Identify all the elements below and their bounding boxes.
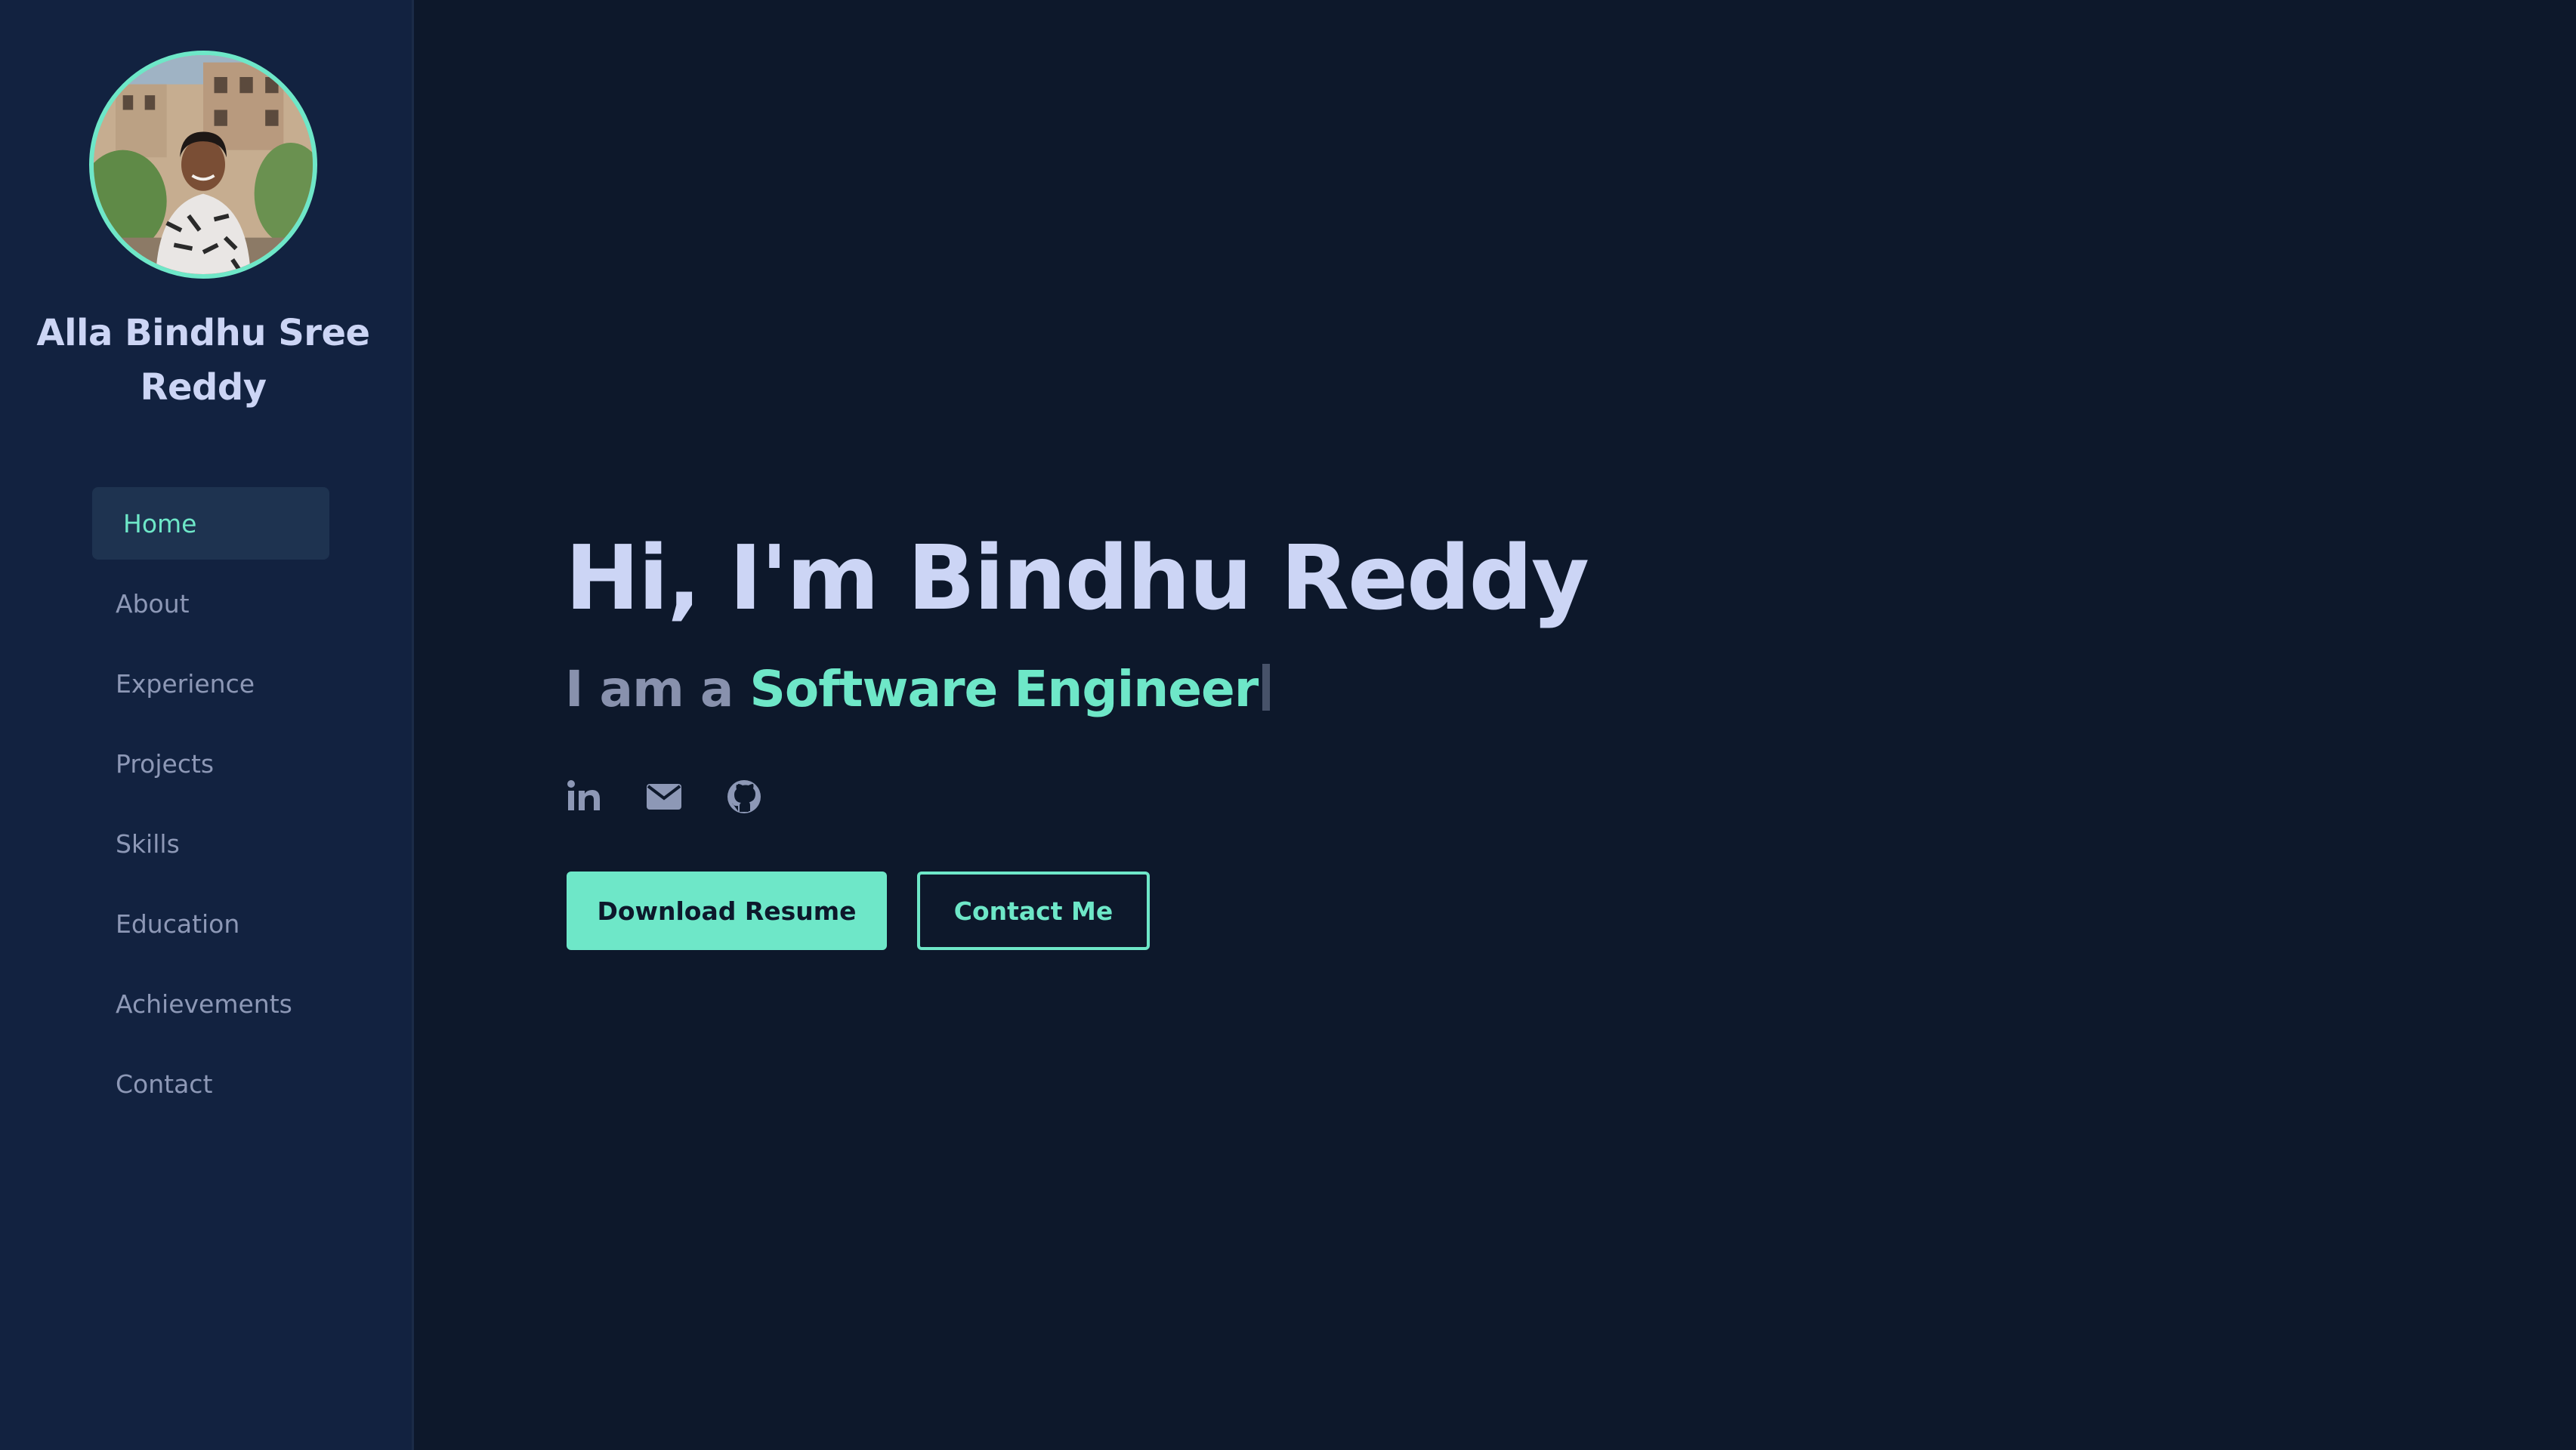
- email-icon[interactable]: [645, 778, 683, 816]
- profile-photo: [94, 55, 313, 274]
- hero-title: Hi, I'm Bindhu Reddy: [565, 526, 1589, 630]
- nav-item-projects[interactable]: Projects: [92, 727, 329, 800]
- nav-item-achievements[interactable]: Achievements: [92, 967, 329, 1040]
- portfolio-app: Alla Bindhu Sree Reddy Home About Experi…: [0, 0, 2576, 1450]
- avatar: [89, 51, 317, 279]
- nav-item-education[interactable]: Education: [92, 887, 329, 960]
- sidebar: Alla Bindhu Sree Reddy Home About Experi…: [0, 0, 414, 1450]
- hero-subtitle: I am a Software Engineer: [565, 656, 1271, 723]
- github-icon[interactable]: [725, 778, 763, 816]
- nav-item-contact[interactable]: Contact: [92, 1047, 329, 1120]
- subtitle-prefix: I am a: [565, 660, 750, 718]
- linkedin-icon[interactable]: [565, 778, 603, 816]
- contact-me-button[interactable]: Contact Me: [917, 872, 1150, 950]
- profile-name: Alla Bindhu Sree Reddy: [36, 312, 370, 409]
- sidebar-nav: Home About Experience Projects Skills Ed…: [92, 487, 329, 1128]
- hero-section: Hi, I'm Bindhu Reddy I am a Software Eng…: [414, 0, 2576, 1450]
- social-links: [565, 778, 763, 816]
- download-resume-button[interactable]: Download Resume: [567, 872, 887, 950]
- typing-cursor: [1262, 664, 1271, 711]
- nav-item-skills[interactable]: Skills: [92, 807, 329, 880]
- role-text: Software Engineer: [749, 660, 1259, 718]
- nav-item-home[interactable]: Home: [92, 487, 329, 560]
- nav-item-about[interactable]: About: [92, 567, 329, 640]
- nav-item-experience[interactable]: Experience: [92, 647, 329, 720]
- hero-actions: Download Resume Contact Me: [567, 872, 1150, 950]
